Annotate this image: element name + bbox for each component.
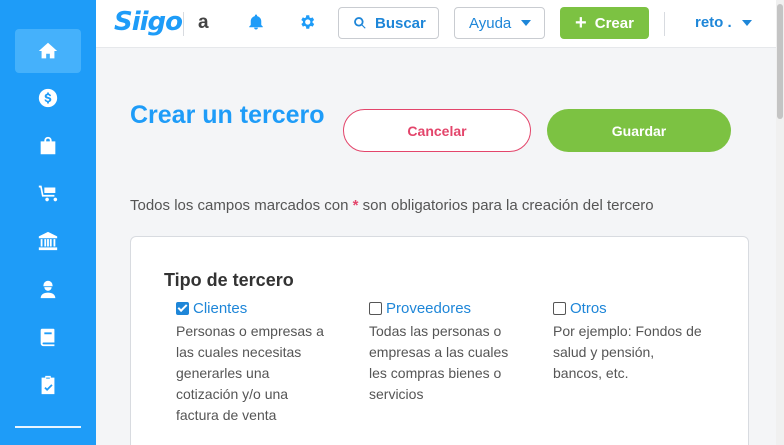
- checkbox-checked-icon[interactable]: [176, 302, 189, 315]
- bank-icon: [38, 231, 58, 251]
- siigo-logo[interactable]: Siigo: [114, 7, 183, 37]
- user-worker-icon: [40, 280, 56, 299]
- help-dropdown-label: Ayuda: [469, 14, 512, 32]
- cancel-button[interactable]: Cancelar: [343, 109, 531, 152]
- scrollbar-thumb[interactable]: [777, 4, 783, 119]
- sidebar-item-banks[interactable]: [0, 219, 96, 263]
- checkbox-unchecked-icon[interactable]: [553, 302, 566, 315]
- topbar-divider: [664, 12, 665, 36]
- tercero-type-title: Tipo de tercero: [164, 270, 294, 290]
- help-dropdown[interactable]: Ayuda: [454, 7, 545, 39]
- dollar-icon: [38, 88, 58, 108]
- user-name: reto .: [695, 14, 732, 31]
- checkbox-clientes[interactable]: Clientes: [176, 300, 324, 317]
- plus-icon: +: [575, 12, 587, 34]
- user-menu[interactable]: reto .: [695, 14, 752, 31]
- required-fields-note: Todos los campos marcados con * son obli…: [130, 197, 654, 214]
- option-clientes: Clientes Personas o empresas a las cuale…: [176, 300, 324, 426]
- gear-icon[interactable]: [298, 13, 316, 31]
- company-name[interactable]: a: [198, 12, 209, 34]
- option-label[interactable]: Clientes: [193, 300, 247, 317]
- sidebar: [0, 0, 96, 445]
- checkbox-proveedores[interactable]: Proveedores: [369, 300, 508, 317]
- sidebar-item-tasks[interactable]: [0, 363, 96, 407]
- checkbox-unchecked-icon[interactable]: [369, 302, 382, 315]
- required-asterisk: *: [352, 197, 359, 214]
- option-label[interactable]: Otros: [570, 300, 607, 317]
- save-button[interactable]: Guardar: [547, 109, 731, 152]
- tercero-type-card: Tipo de tercero Clientes Personas o empr…: [130, 236, 749, 445]
- chevron-down-icon: [521, 20, 532, 26]
- checkbox-otros[interactable]: Otros: [553, 300, 702, 317]
- sidebar-item-finance[interactable]: [0, 76, 96, 120]
- search-icon: [354, 17, 366, 29]
- book-icon: [40, 328, 55, 347]
- option-description: Por ejemplo: Fondos de salud y pensión, …: [553, 323, 702, 381]
- sidebar-item-purchases[interactable]: [0, 171, 96, 215]
- search-button-label: Buscar: [375, 14, 426, 32]
- chevron-down-icon: [741, 19, 752, 26]
- home-icon: [38, 42, 58, 59]
- option-description: Personas o empresas a las cuales necesit…: [176, 323, 324, 423]
- sidebar-item-employees[interactable]: [0, 267, 96, 311]
- note-text-before: Todos los campos marcados con: [130, 197, 349, 214]
- option-otros: Otros Por ejemplo: Fondos de salud y pen…: [553, 300, 702, 384]
- create-button[interactable]: + Crear: [560, 7, 649, 39]
- scrollbar[interactable]: [776, 0, 784, 445]
- sidebar-item-home[interactable]: [0, 29, 96, 73]
- topbar-divider: [183, 12, 184, 36]
- option-description: Todas las personas o empresas a las cual…: [369, 323, 509, 402]
- cart-icon: [38, 185, 58, 202]
- note-text-after: son obligatorios para la creación del te…: [362, 197, 654, 214]
- sidebar-divider: [15, 426, 81, 428]
- option-proveedores: Proveedores Todas las personas o empresa…: [369, 300, 508, 405]
- page-title: Crear un tercero: [130, 101, 325, 129]
- option-label[interactable]: Proveedores: [386, 300, 471, 317]
- bell-icon[interactable]: [247, 13, 265, 31]
- topbar: Siigo a Buscar Ayuda + Crear reto .: [96, 0, 784, 48]
- search-button[interactable]: Buscar: [338, 7, 439, 39]
- sidebar-item-accounting[interactable]: [0, 315, 96, 359]
- shopping-bag-icon: [40, 136, 56, 155]
- sidebar-item-sales[interactable]: [0, 124, 96, 168]
- clipboard-check-icon: [41, 375, 55, 395]
- create-button-label: Crear: [594, 14, 634, 32]
